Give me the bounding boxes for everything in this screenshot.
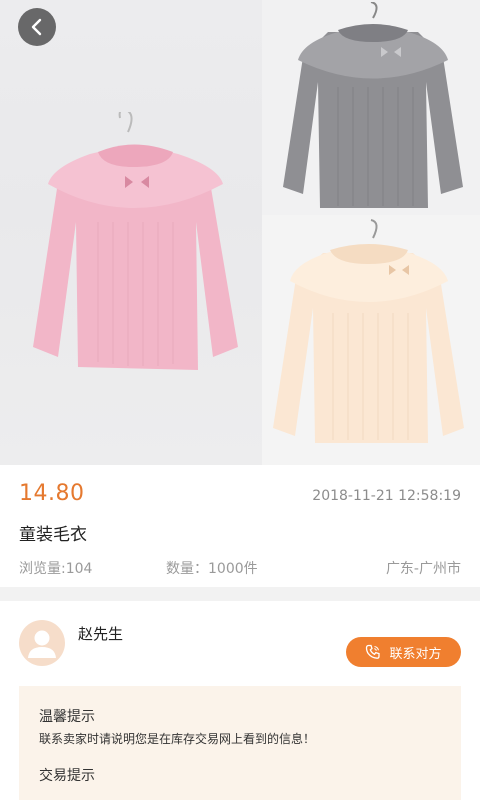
back-button[interactable]: [18, 8, 56, 46]
product-image-gallery[interactable]: [0, 0, 480, 465]
quantity: 数量：1000件: [166, 561, 258, 577]
cream-sweater-image: [273, 219, 464, 443]
pink-sweater-image: [33, 112, 238, 370]
phone-icon: [366, 644, 381, 659]
trade-tips-heading: 交易提示: [39, 768, 95, 784]
product-price: 14.80: [19, 481, 85, 506]
product-title: 童装毛衣: [19, 525, 87, 545]
view-count: 浏览量:104: [19, 561, 93, 577]
contact-seller-label: 联系对方: [389, 646, 442, 662]
location: 广东-广州市: [385, 561, 461, 577]
tips-heading: 温馨提示: [39, 709, 95, 725]
contact-seller-button[interactable]: 联系对方: [346, 637, 461, 667]
posted-timestamp: 2018-11-21 12:58:19: [312, 488, 461, 504]
user-icon: [28, 630, 56, 658]
tips-box: 温馨提示 联系卖家时请说明您是在库存交易网上看到的信息！ 交易提示: [19, 686, 461, 800]
seller-name: 赵先生: [78, 625, 124, 643]
tips-body: 联系卖家时请说明您是在库存交易网上看到的信息！: [39, 732, 316, 746]
avatar[interactable]: [19, 620, 65, 666]
chevron-left-icon: [31, 18, 42, 36]
seller-card: 赵先生 联系对方 温馨提示 联系卖家时请说明您是在库存交易网上看到的信息！ 交易…: [0, 601, 480, 800]
grey-sweater-image: [283, 2, 463, 208]
product-info-card: 14.80 2018-11-21 12:58:19 童装毛衣 浏览量:104 数…: [0, 465, 480, 587]
